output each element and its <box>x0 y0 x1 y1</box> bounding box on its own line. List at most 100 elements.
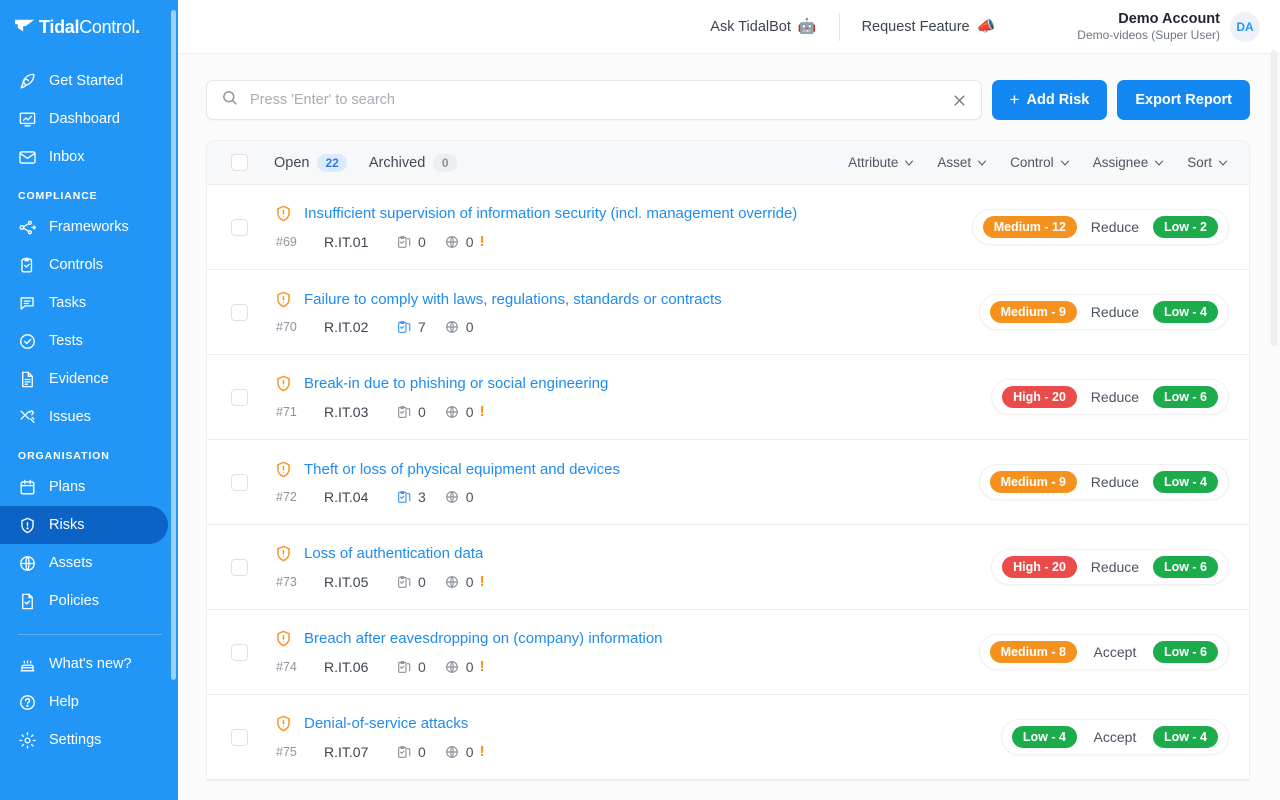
filter-attribute[interactable]: Attribute <box>848 155 915 170</box>
risk-title-link[interactable]: Denial-of-service attacks <box>304 715 468 732</box>
search-input[interactable] <box>238 92 950 108</box>
globe-icon <box>445 235 458 248</box>
table-row[interactable]: Breach after eavesdropping on (company) … <box>207 610 1249 695</box>
assets-metric[interactable]: 0 <box>444 489 474 505</box>
assets-metric[interactable]: 0 <box>444 574 474 590</box>
table-row[interactable]: Theft or loss of physical equipment and … <box>207 440 1249 525</box>
avatar[interactable]: DA <box>1230 11 1260 42</box>
filter-assignee[interactable]: Assignee <box>1093 155 1166 170</box>
ask-tidalbot-button[interactable]: Ask TidalBot 🤖 <box>688 19 838 35</box>
export-report-button[interactable]: Export Report <box>1117 80 1250 120</box>
table-row[interactable]: Break-in due to phishing or social engin… <box>207 355 1249 440</box>
row-checkbox[interactable] <box>231 558 248 576</box>
policy-icon <box>18 592 37 611</box>
controls-metric[interactable]: 0 <box>396 234 426 250</box>
row-checkbox[interactable] <box>231 388 248 406</box>
treatment-label: Reduce <box>1090 219 1140 235</box>
search-box[interactable] <box>206 80 982 120</box>
controls-metric[interactable]: 0 <box>396 659 426 675</box>
controls-count: 0 <box>418 233 426 250</box>
table-row[interactable]: Denial-of-service attacks #75 R.IT.07 0 … <box>207 695 1249 780</box>
sidebar-item-label: Issues <box>49 409 91 425</box>
controls-metric[interactable]: 0 <box>396 404 426 420</box>
risk-id: #75 <box>276 744 297 759</box>
select-all-checkbox[interactable] <box>231 154 248 171</box>
tab-archived-count: 0 <box>433 153 458 172</box>
row-checkbox[interactable] <box>231 303 248 321</box>
row-title-line: Insufficient supervision of information … <box>274 204 956 223</box>
tab-open[interactable]: Open 22 <box>274 153 347 172</box>
filter-control-label: Control <box>1010 155 1054 170</box>
app-logo[interactable]: TidalControl. <box>0 0 178 54</box>
sidebar-item-get-started[interactable]: Get Started <box>0 62 168 100</box>
inherent-risk-badge: Medium - 12 <box>982 216 1077 238</box>
request-feature-button[interactable]: Request Feature 📣 <box>840 19 1018 35</box>
sidebar-item-inbox[interactable]: Inbox <box>0 138 168 176</box>
sidebar-item-evidence[interactable]: Evidence <box>0 360 168 398</box>
sidebar-item-help[interactable]: Help <box>0 683 168 721</box>
logo-text: TidalControl. <box>39 17 140 38</box>
assets-count: 0 <box>465 573 474 590</box>
controls-metric[interactable]: 0 <box>396 744 426 760</box>
filter-asset-label: Asset <box>937 155 972 170</box>
tab-archived[interactable]: Archived 0 <box>369 153 458 172</box>
filter-asset[interactable]: Asset <box>937 155 988 170</box>
document-icon <box>18 370 37 389</box>
sidebar-item-settings[interactable]: Settings <box>0 721 168 759</box>
assets-metric[interactable]: 0 <box>444 744 474 760</box>
megaphone-icon: 📣 <box>976 18 996 35</box>
sidebar-item-label: Plans <box>49 479 86 495</box>
sidebar-item-policies[interactable]: Policies <box>0 582 168 620</box>
export-report-label: Export Report <box>1135 92 1232 108</box>
table-row[interactable]: Failure to comply with laws, regulations… <box>207 270 1249 355</box>
sidebar-item-frameworks[interactable]: Frameworks <box>0 208 168 246</box>
risk-title-link[interactable]: Failure to comply with laws, regulations… <box>304 291 722 308</box>
sidebar-item-plans[interactable]: Plans <box>0 468 168 506</box>
row-content: Breach after eavesdropping on (company) … <box>274 629 963 675</box>
risk-code: R.IT.06 <box>324 658 369 675</box>
controls-metric[interactable]: 3 <box>396 489 426 505</box>
shield-alert-icon <box>277 715 290 732</box>
sidebar-item-label: Evidence <box>49 371 109 387</box>
table-row[interactable]: Insufficient supervision of information … <box>207 185 1249 270</box>
assets-metric[interactable]: 0 <box>444 659 474 675</box>
risk-score-group: Medium - 8 Accept Low - 6 <box>978 634 1229 670</box>
sidebar-scrollbar[interactable] <box>171 10 176 680</box>
sidebar-item-label: Controls <box>49 257 103 273</box>
account-menu[interactable]: Demo Account Demo-videos (Super User) DA <box>1077 10 1260 44</box>
risk-rows: Insufficient supervision of information … <box>207 185 1249 780</box>
controls-metric[interactable]: 7 <box>396 319 426 335</box>
row-checkbox[interactable] <box>231 728 248 746</box>
risk-title-link[interactable]: Break-in due to phishing or social engin… <box>304 375 608 392</box>
main-scrollbar[interactable] <box>1271 50 1277 346</box>
risk-id: #73 <box>276 574 297 589</box>
row-meta: #70 R.IT.02 7 0 <box>274 319 963 335</box>
table-row[interactable]: Loss of authentication data #73 R.IT.05 … <box>207 525 1249 610</box>
sidebar-item-dashboard[interactable]: Dashboard <box>0 100 168 138</box>
sidebar-item-whats-new[interactable]: What's new? <box>0 645 168 683</box>
top-bar: Ask TidalBot 🤖 Request Feature 📣 Demo Ac… <box>178 0 1280 54</box>
assets-metric[interactable]: 0 <box>444 319 474 335</box>
risk-title-link[interactable]: Loss of authentication data <box>304 545 483 562</box>
sidebar-item-controls[interactable]: Controls <box>0 246 168 284</box>
sidebar-item-assets[interactable]: Assets <box>0 544 168 582</box>
globe-icon <box>445 745 458 758</box>
risk-title-link[interactable]: Theft or loss of physical equipment and … <box>304 461 620 478</box>
row-checkbox[interactable] <box>231 218 248 236</box>
risk-score-group: Medium - 9 Reduce Low - 4 <box>978 464 1229 500</box>
add-risk-button[interactable]: + Add Risk <box>991 80 1108 120</box>
row-checkbox[interactable] <box>231 643 248 661</box>
clear-search-icon[interactable] <box>950 91 969 110</box>
risk-title-link[interactable]: Breach after eavesdropping on (company) … <box>304 630 663 647</box>
controls-metric[interactable]: 0 <box>396 574 426 590</box>
sidebar-item-issues[interactable]: Issues <box>0 398 168 436</box>
risk-title-link[interactable]: Insufficient supervision of information … <box>304 205 797 222</box>
assets-metric[interactable]: 0 <box>444 234 474 250</box>
filter-sort[interactable]: Sort <box>1187 155 1229 170</box>
row-checkbox[interactable] <box>231 473 248 491</box>
filter-control[interactable]: Control <box>1010 155 1071 170</box>
sidebar-item-tasks[interactable]: Tasks <box>0 284 168 322</box>
sidebar-item-risks[interactable]: Risks <box>0 506 168 544</box>
sidebar-item-tests[interactable]: Tests <box>0 322 168 360</box>
assets-metric[interactable]: 0 <box>444 404 474 420</box>
